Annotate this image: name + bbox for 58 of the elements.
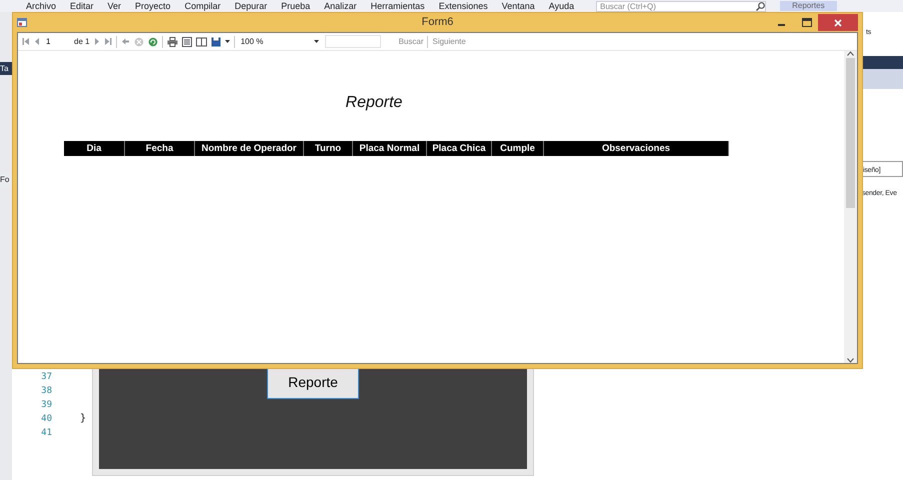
search-icon (756, 2, 766, 10)
menu-item[interactable]: Extensiones (438, 1, 488, 11)
menu-item[interactable]: Analizar (324, 1, 357, 11)
line-number: 37 (40, 371, 52, 384)
refresh-icon[interactable] (148, 36, 158, 46)
maximize-icon (802, 18, 812, 27)
line-number: 38 (40, 385, 52, 398)
toolbar-strip (862, 69, 903, 89)
back-arrow-icon[interactable] (120, 37, 130, 46)
column-header: Placa Normal (353, 141, 427, 156)
column-header: Turno (304, 141, 353, 156)
scrollbar[interactable] (844, 51, 857, 363)
menu-item[interactable]: Proyecto (135, 1, 171, 11)
column-header: Dia (64, 141, 125, 156)
panel-title: Fo (0, 175, 10, 184)
line-number: 41 (40, 427, 52, 440)
next-page-icon[interactable] (94, 37, 100, 46)
previous-page-icon[interactable] (34, 37, 40, 46)
column-header: Nombre de Operador (195, 141, 304, 156)
close-icon (834, 18, 842, 26)
find-field[interactable] (324, 35, 381, 48)
export-button[interactable] (210, 36, 230, 46)
menu-item[interactable]: Compilar (184, 1, 221, 11)
toolbar-background (862, 56, 903, 69)
line-number: 40 (40, 413, 52, 426)
scroll-down-icon (847, 358, 854, 363)
close-button[interactable] (818, 14, 858, 31)
tab[interactable]: Reportes (780, 1, 837, 11)
window-title: Form6 (422, 16, 454, 28)
page-layout-icon[interactable] (182, 36, 192, 46)
column-header: Cumple (492, 141, 544, 156)
last-page-icon[interactable] (104, 37, 112, 46)
page-count: de 1 (74, 36, 90, 48)
first-page-icon[interactable] (22, 37, 30, 46)
column-header: Observaciones (544, 141, 729, 156)
menu-item[interactable]: Herramientas (370, 1, 425, 11)
code-text: } (80, 412, 86, 426)
column-header: Placa Chica (427, 141, 492, 156)
caret-icon (224, 40, 230, 43)
printer-icon[interactable] (166, 36, 178, 46)
report-button[interactable]: Reporte (267, 366, 360, 399)
caret-icon (314, 40, 319, 43)
menu-item[interactable]: Editar (70, 1, 94, 11)
maximize-button[interactable] (802, 18, 812, 27)
page-setup-icon[interactable] (196, 36, 207, 46)
search-field[interactable]: Buscar (Ctrl+Q) (596, 0, 766, 12)
panel-tab[interactable]: Ta (0, 64, 8, 73)
menu-item[interactable]: Depurar (234, 1, 268, 11)
scroll-up-icon (847, 51, 854, 56)
line-number: 39 (40, 399, 52, 412)
menu-item[interactable]: Ventana (502, 1, 535, 11)
menu-item[interactable]: Ver (108, 1, 122, 11)
column-header: Fecha (125, 141, 195, 156)
menu-item[interactable]: Ayuda (548, 1, 574, 11)
menu-item[interactable]: Archivo (26, 1, 56, 11)
menu-item[interactable]: Prueba (281, 1, 310, 11)
form-icon (17, 18, 27, 27)
report-title: Reporte (344, 93, 404, 113)
